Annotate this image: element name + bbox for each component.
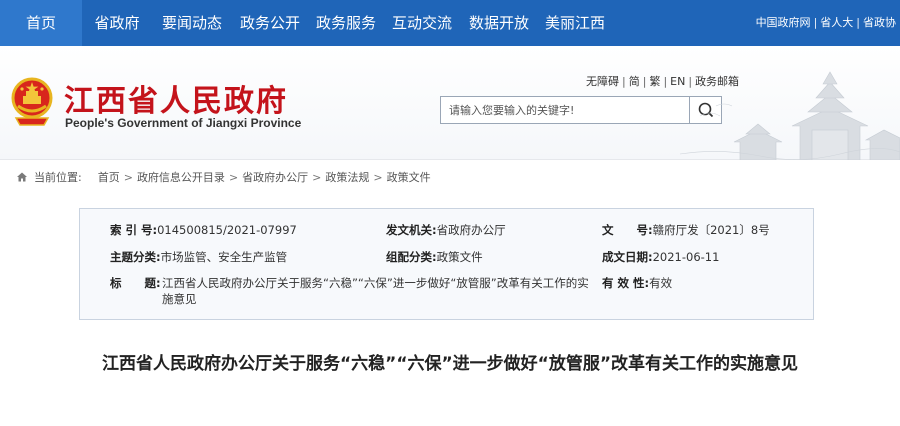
field-key: 发文机关: (386, 223, 437, 237)
chevron-right-icon: > (373, 170, 383, 184)
breadcrumb-general-office[interactable]: 省政府办公厅 (242, 169, 308, 185)
separator: | (856, 16, 860, 29)
breadcrumb-label: 当前位置: (34, 171, 82, 184)
document-info-box: 索 引 号:014500815/2021-07997 发文机关:省政府办公厅 文… (79, 208, 814, 320)
pavilion-illustration (680, 71, 900, 160)
breadcrumb-policies[interactable]: 政策法规 (325, 169, 369, 185)
field-validity: 有 效 性:有效 (602, 275, 672, 291)
chevron-right-icon: > (228, 170, 239, 184)
nav-item-open-data[interactable]: 数据开放 (460, 0, 538, 46)
field-doc-no: 文 号:赣府厅发〔2021〕8号 (602, 222, 770, 238)
field-value: 014500815/2021-07997 (157, 223, 297, 237)
field-key: 文 号: (602, 223, 653, 237)
site-title[interactable]: 江西省人民政府 (64, 76, 288, 120)
field-index-no: 索 引 号:014500815/2021-07997 (110, 222, 297, 238)
breadcrumb: 当前位置: 首页 > 政府信息公开目录 > 省政府办公厅 > 政策法规 > 政策… (16, 169, 431, 185)
field-issuer: 发文机关:省政府办公厅 (386, 222, 506, 238)
link-accessibility[interactable]: 无障碍 (586, 75, 619, 88)
article-title: 江西省人民政府办公厅关于服务“六稳”“六保”进一步做好“放管服”改革有关工作的实… (101, 354, 799, 374)
field-key: 主题分类: (110, 250, 161, 264)
nav-item-interaction[interactable]: 互动交流 (384, 0, 460, 46)
top-nav-bar: 首页 省政府 要闻动态 政务公开 政务服务 互动交流 数据开放 美丽江西 中国政… (0, 0, 900, 46)
field-key: 有 效 性: (602, 276, 650, 290)
field-value: 省政府办公厅 (436, 223, 506, 237)
site-subtitle: People's Government of Jiangxi Province (65, 116, 302, 130)
field-value: 有效 (649, 276, 673, 290)
link-simplified[interactable]: 简 (629, 75, 640, 88)
nav-item-gov-services[interactable]: 政务服务 (308, 0, 384, 46)
field-value: 江西省人民政府办公厅关于服务“六稳”“六保”进一步做好“放管服”改革有关工作的实… (162, 276, 589, 306)
nav-item-home[interactable]: 首页 (0, 0, 82, 46)
top-right-links: 中国政府网 | 省人大 | 省政协 (756, 0, 896, 46)
field-value: 市场监管、安全生产监管 (160, 250, 288, 264)
field-value: 赣府厅发〔2021〕8号 (652, 223, 770, 237)
field-title: 标 题: 江西省人民政府办公厅关于服务“六稳”“六保”进一步做好“放管服”改革有关… (110, 275, 590, 307)
separator: | (622, 75, 626, 88)
separator: | (642, 75, 647, 88)
chevron-right-icon: > (312, 170, 322, 184)
breadcrumb-info-catalog[interactable]: 政府信息公开目录 (137, 169, 225, 185)
link-provincial-congress[interactable]: 省人大 (820, 16, 853, 29)
nav-item-provincial-gov[interactable]: 省政府 (82, 0, 152, 46)
field-category: 组配分类:政策文件 (386, 249, 483, 265)
field-key: 索 引 号: (110, 223, 158, 237)
national-emblem-icon (11, 77, 53, 126)
field-topic: 主题分类:市场监管、安全生产监管 (110, 249, 287, 265)
site-header: 江西省人民政府 People's Government of Jiangxi P… (0, 46, 900, 160)
search-input[interactable] (441, 97, 689, 123)
field-key: 组配分类: (386, 250, 437, 264)
nav-item-gov-affairs-open[interactable]: 政务公开 (232, 0, 308, 46)
link-china-gov[interactable]: 中国政府网 (756, 16, 811, 29)
breadcrumb-home[interactable]: 首页 (98, 169, 120, 185)
field-key: 成文日期: (602, 250, 653, 264)
main-menu: 首页 省政府 要闻动态 政务公开 政务服务 互动交流 数据开放 美丽江西 (0, 0, 612, 46)
separator: | (663, 75, 668, 88)
field-value: 政策文件 (436, 250, 483, 264)
separator: | (813, 16, 818, 29)
breadcrumb-policy-docs[interactable]: 政策文件 (387, 169, 431, 185)
link-traditional[interactable]: 繁 (649, 75, 660, 88)
field-value: 2021-06-11 (652, 250, 720, 264)
field-date: 成文日期:2021-06-11 (602, 249, 719, 265)
field-key: 标 题: (110, 276, 161, 290)
link-provincial-cppcc[interactable]: 省政协 (863, 16, 896, 29)
nav-item-beautiful-jiangxi[interactable]: 美丽江西 (538, 0, 612, 46)
chevron-right-icon: > (123, 170, 133, 184)
home-icon (17, 172, 27, 182)
nav-item-news[interactable]: 要闻动态 (152, 0, 232, 46)
